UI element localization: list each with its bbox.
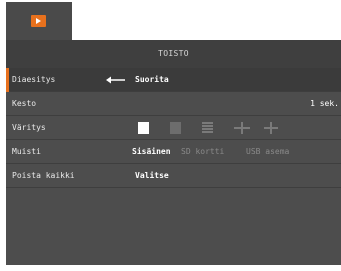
- cross-swatch-icon[interactable]: [234, 122, 250, 134]
- row-coloring[interactable]: Väritys: [6, 116, 341, 140]
- run-button[interactable]: Suorita: [135, 68, 169, 92]
- select-button[interactable]: Valitse: [135, 164, 169, 188]
- row-slideshow[interactable]: Diaesitys Suorita: [6, 68, 341, 92]
- lines-swatch-icon[interactable]: [202, 122, 213, 134]
- memory-option-sd[interactable]: SD kortti: [181, 140, 224, 164]
- row-label-coloring: Väritys: [12, 123, 46, 132]
- play-icon: [31, 15, 46, 27]
- row-label-duration: Kesto: [12, 99, 37, 108]
- row-label-memory: Muisti: [12, 147, 41, 156]
- row-label-delete-all: Poista kaikki: [12, 171, 75, 180]
- selection-indicator: [6, 68, 9, 92]
- memory-option-usb[interactable]: USB asema: [246, 140, 289, 164]
- row-duration[interactable]: Kesto 1 sek.: [6, 92, 341, 116]
- duration-value[interactable]: 1 sek.: [310, 92, 339, 116]
- bottom-margin: [0, 265, 341, 271]
- row-memory[interactable]: Muisti Sisäinen SD kortti USB asema: [6, 140, 341, 164]
- tab-strip: [0, 0, 341, 40]
- row-label-slideshow: Diaesitys: [12, 75, 56, 84]
- enter-return-icon: [106, 76, 125, 84]
- memory-option-internal[interactable]: Sisäinen: [132, 140, 171, 164]
- grey-swatch-icon[interactable]: [170, 122, 181, 134]
- row-delete-all[interactable]: Poista kaikki Valitse: [6, 164, 341, 188]
- settings-panel: TOISTO Diaesitys Suorita Kesto 1 sek. Vä…: [6, 40, 341, 265]
- panel-title: TOISTO: [6, 40, 341, 68]
- white-swatch-icon[interactable]: [138, 122, 149, 134]
- cross-dot-swatch-icon[interactable]: [264, 122, 278, 134]
- tab-playback[interactable]: [6, 2, 72, 40]
